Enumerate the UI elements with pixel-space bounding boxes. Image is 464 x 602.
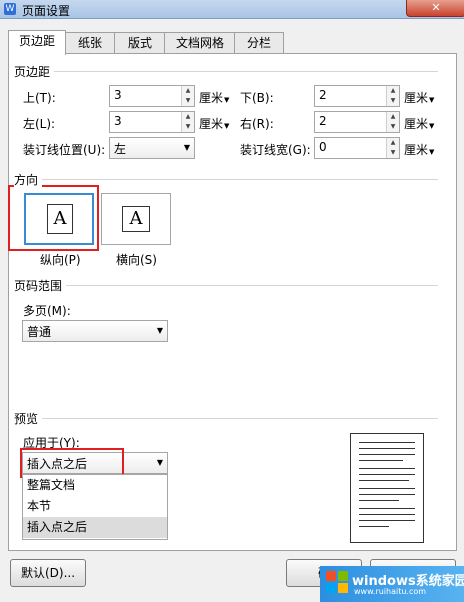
chevron-down-icon: ▼ [156,326,163,335]
tab-columns[interactable]: 分栏 [234,32,284,54]
margins-group-title: 页边距 [14,63,55,80]
gutter-width-value[interactable]: 0 [319,140,327,154]
bottom-margin-spinner[interactable]: 2 ▲ ▼ [314,85,400,107]
preview-line [359,448,415,449]
list-item-selected[interactable]: 插入点之后 [23,517,167,538]
spin-up-icon[interactable]: ▲ [387,112,399,122]
page-range-group-title: 页码范围 [14,277,67,294]
spin-up-icon[interactable]: ▲ [182,86,194,96]
left-margin-spinner[interactable]: 3 ▲ ▼ [109,111,195,133]
gutter-position-label: 装订线位置(U): [23,143,106,157]
preview-group-title: 预览 [14,410,43,427]
spin-up-icon[interactable]: ▲ [182,112,194,122]
chevron-down-icon: ▼ [156,458,163,467]
left-margin-unit[interactable]: 厘米▼ [199,115,229,132]
right-margin-label: 右(R): [240,117,274,131]
multiple-pages-select[interactable]: 普通 ▼ [22,320,168,342]
gutter-width-spinner[interactable]: 0 ▲ ▼ [314,137,400,159]
gutter-width-label: 装订线宽(G): [240,143,311,157]
left-margin-value[interactable]: 3 [114,114,122,128]
spin-up-icon[interactable]: ▲ [387,138,399,148]
chevron-down-icon: ▼ [183,143,190,152]
bottom-margin-value[interactable]: 2 [319,88,327,102]
windows-logo-icon [326,571,348,593]
apply-to-dropdown-list: 整篇文档 本节 插入点之后 [22,474,168,540]
landscape-label: 横向(S) [116,253,157,267]
portrait-label: 纵向(P) [40,253,81,267]
landscape-button[interactable]: A [101,193,171,245]
tab-document-grid[interactable]: 文档网格 [164,32,236,54]
orientation-divider [14,179,438,180]
preview-line [359,526,389,527]
preview-line [359,454,415,455]
margins-divider [14,71,438,72]
spin-down-icon[interactable]: ▼ [387,96,399,106]
tab-paper[interactable]: 纸张 [64,32,116,54]
tab-layout[interactable]: 版式 [114,32,166,54]
left-margin-label: 左(L): [23,117,56,131]
preview-line [359,460,403,461]
preview-line [359,468,415,469]
caret-down-icon: ▼ [224,96,230,104]
spin-down-icon[interactable]: ▼ [182,96,194,106]
gutter-position-value: 左 [114,142,127,156]
bottom-margin-label: 下(B): [240,91,274,105]
top-margin-value[interactable]: 3 [114,88,122,102]
right-margin-value[interactable]: 2 [319,114,327,128]
right-margin-spinner[interactable]: 2 ▲ ▼ [314,111,400,133]
multiple-pages-value: 普通 [27,325,52,339]
app-icon: W [4,3,16,15]
preview-line [359,494,415,495]
spin-up-icon[interactable]: ▲ [387,86,399,96]
page-range-divider [14,285,438,286]
preview-line [359,480,409,481]
watermark-url: www.ruihaitu.com [354,587,427,596]
multiple-pages-label: 多页(M): [23,304,71,318]
preview-divider [14,418,438,419]
preview-line [359,474,415,475]
close-button[interactable]: ✕ [406,0,464,17]
preview-line [359,508,415,509]
highlight-portrait [8,185,99,251]
bottom-margin-unit[interactable]: 厘米▼ [404,89,434,106]
caret-down-icon: ▼ [429,122,435,130]
top-margin-spinner[interactable]: 3 ▲ ▼ [109,85,195,107]
top-margin-label: 上(T): [23,91,56,105]
gutter-position-select[interactable]: 左 ▼ [109,137,195,159]
preview-line [359,520,415,521]
spin-down-icon[interactable]: ▼ [387,148,399,158]
caret-down-icon: ▼ [224,122,230,130]
preview-line [359,488,415,489]
tab-margins[interactable]: 页边距 [8,30,66,55]
caret-down-icon: ▼ [429,96,435,104]
preview-line [359,442,415,443]
default-button[interactable]: 默认(D)... [10,559,86,587]
spin-down-icon[interactable]: ▼ [387,122,399,132]
dialog-title: 页面设置 [22,4,71,18]
orientation-group-title: 方向 [14,171,43,188]
gutter-width-unit[interactable]: 厘米▼ [404,141,434,158]
spin-down-icon[interactable]: ▼ [182,122,194,132]
list-item[interactable]: 整篇文档 [23,475,167,496]
right-margin-unit[interactable]: 厘米▼ [404,115,434,132]
watermark-banner: windows系统家园 www.ruihaitu.com [320,566,464,602]
landscape-page-icon: A [122,206,150,232]
list-item[interactable]: 本节 [23,496,167,517]
preview-line [359,514,415,515]
preview-page-thumbnail [350,433,424,543]
preview-line [359,500,399,501]
caret-down-icon: ▼ [429,148,435,156]
top-margin-unit[interactable]: 厘米▼ [199,89,229,106]
